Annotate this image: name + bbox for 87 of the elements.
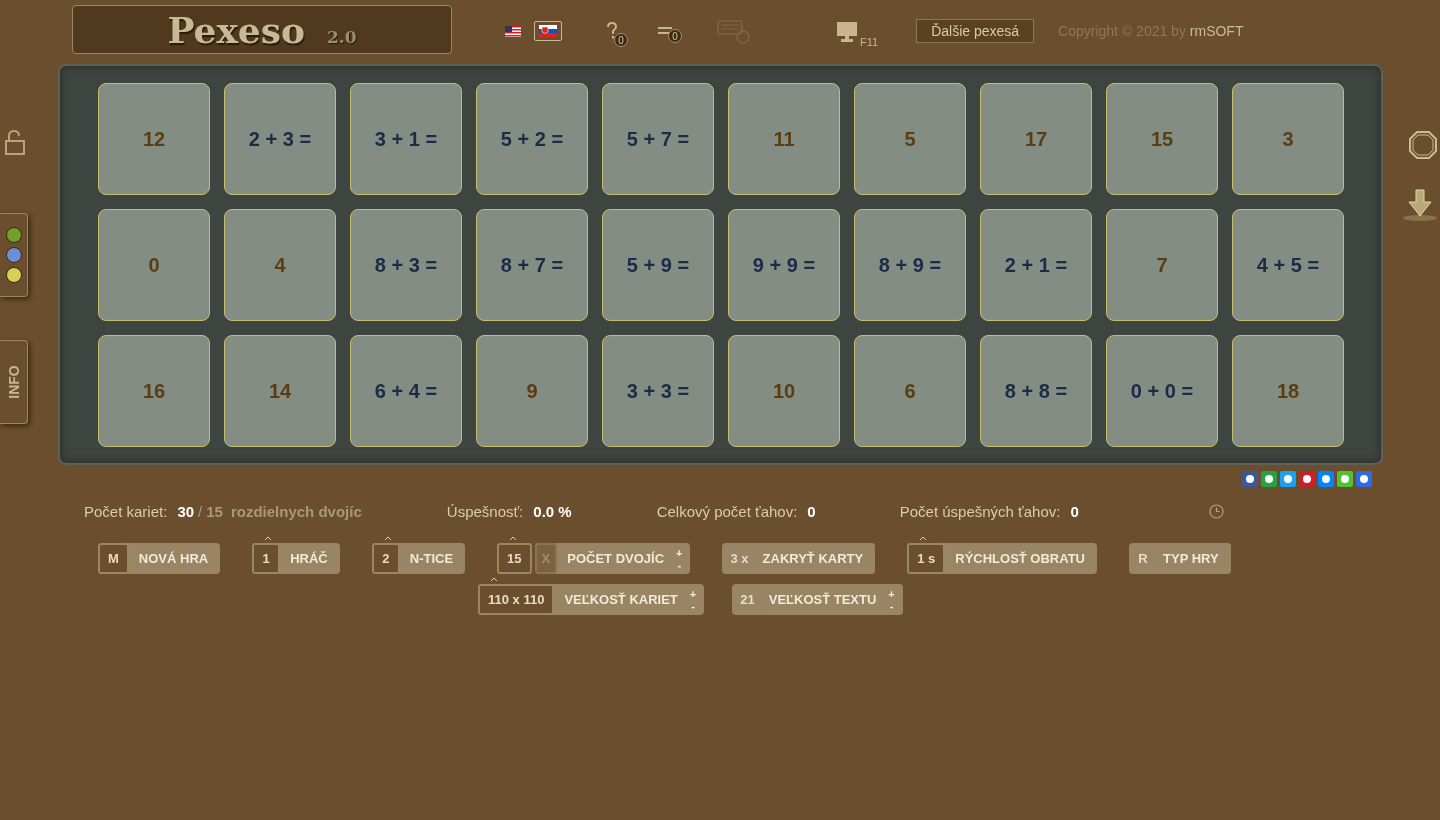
card[interactable]: 8 + 9 =: [854, 209, 966, 321]
card[interactable]: 17: [980, 83, 1092, 195]
theme-dot[interactable]: [5, 227, 22, 243]
lock-icon[interactable]: [4, 129, 26, 156]
stat-value: 15: [206, 502, 223, 520]
shortcut-key[interactable]: M: [98, 543, 129, 574]
shortcut-key[interactable]: 110 x 110: [478, 584, 555, 615]
card[interactable]: 12: [98, 83, 210, 195]
stat-value: 0.0 %: [533, 502, 572, 520]
stat-value: 0: [807, 502, 816, 520]
card[interactable]: 0: [98, 209, 210, 321]
card[interactable]: 11: [728, 83, 840, 195]
control-button[interactable]: NOVÁ HRA: [126, 543, 221, 574]
card[interactable]: 7: [1106, 209, 1218, 321]
card[interactable]: 3 + 1 =: [350, 83, 462, 195]
card[interactable]: 8 + 3 =: [350, 209, 462, 321]
card[interactable]: 5 + 7 =: [602, 83, 714, 195]
share-icon[interactable]: [1280, 471, 1296, 487]
separator-text: /: [198, 502, 203, 520]
help-icon[interactable]: [606, 21, 618, 41]
stat-value: 30: [177, 502, 195, 520]
language-button[interactable]: [534, 21, 562, 41]
card[interactable]: 6: [854, 335, 966, 447]
stat-label: Počet kariet:: [84, 502, 168, 520]
card[interactable]: 15: [1106, 83, 1218, 195]
card[interactable]: 2 + 3 =: [224, 83, 336, 195]
download-arrow-icon[interactable]: [1402, 188, 1438, 222]
card[interactable]: 5 + 9 =: [602, 209, 714, 321]
info-tab[interactable]: INFO: [0, 340, 28, 424]
card[interactable]: 14: [224, 335, 336, 447]
theme-dot[interactable]: [5, 247, 22, 263]
card[interactable]: 0 + 0 =: [1106, 335, 1218, 447]
control-button[interactable]: VEĽKOSŤ KARIET + -: [552, 584, 705, 615]
stop-icon[interactable]: [1408, 130, 1438, 160]
shortcut-key[interactable]: R: [1129, 543, 1157, 574]
slovak-flag-icon: [539, 25, 557, 37]
caret-icon[interactable]: [264, 536, 273, 541]
share-icon[interactable]: [1299, 471, 1315, 487]
control-button[interactable]: POČET DVOJÍC + -: [555, 543, 691, 574]
card[interactable]: 4: [224, 209, 336, 321]
card[interactable]: 9 + 9 =: [728, 209, 840, 321]
card[interactable]: 8 + 7 =: [476, 209, 588, 321]
share-icon[interactable]: [1356, 471, 1372, 487]
card[interactable]: 5: [854, 83, 966, 195]
card[interactable]: 3 + 3 =: [602, 335, 714, 447]
card[interactable]: 4 + 5 =: [1232, 209, 1344, 321]
caret-icon[interactable]: [383, 536, 392, 541]
stat-label: Úspešnosť:: [446, 502, 524, 520]
shortcut-key[interactable]: 1 s: [907, 543, 946, 574]
stat-label: rozdielnych dvojíc: [230, 502, 362, 520]
clock-icon: [1208, 503, 1224, 519]
card[interactable]: 2 + 1 =: [980, 209, 1092, 321]
share-icon[interactable]: [1261, 471, 1277, 487]
share-icon[interactable]: [1318, 471, 1334, 487]
card[interactable]: 8 + 8 =: [980, 335, 1092, 447]
help-count: 0: [614, 33, 628, 47]
list-icon[interactable]: [658, 25, 672, 37]
card[interactable]: 16: [98, 335, 210, 447]
card[interactable]: 5 + 2 =: [476, 83, 588, 195]
card[interactable]: 9: [476, 335, 588, 447]
caret-icon[interactable]: [490, 577, 498, 582]
list-count: 0: [668, 29, 682, 43]
shortcut-key[interactable]: 1: [252, 543, 281, 574]
caret-icon[interactable]: [509, 536, 518, 541]
control-button[interactable]: HRÁČ: [278, 543, 340, 574]
card[interactable]: 10: [728, 335, 840, 447]
more-games-button[interactable]: Ďalšie pexesá: [916, 19, 1035, 43]
control-button[interactable]: RÝCHLOSŤ OBRATU: [943, 543, 1097, 574]
card[interactable]: 3: [1232, 83, 1344, 195]
us-flag-icon: [505, 25, 521, 37]
control-button[interactable]: N-TICE: [397, 543, 466, 574]
shortcut-key[interactable]: 3 x: [722, 543, 757, 574]
shortcut-key[interactable]: 21: [732, 584, 763, 615]
card[interactable]: 6 + 4 =: [350, 335, 462, 447]
stat-label: Celkový počet ťahov:: [656, 502, 798, 520]
shortcut-key[interactable]: 2: [371, 543, 400, 574]
version-label: 2.0: [327, 26, 357, 47]
monitor-icon[interactable]: [836, 20, 858, 42]
app-title: Pexeso: [167, 8, 306, 51]
shortcut-key[interactable]: 15: [497, 543, 532, 574]
stat-value: 0: [1070, 502, 1079, 520]
caret-icon[interactable]: [919, 536, 928, 541]
theme-dot[interactable]: [5, 267, 22, 283]
stat-label: Počet úspešných ťahov:: [899, 502, 1061, 520]
share-icon[interactable]: [1242, 471, 1258, 487]
card[interactable]: 18: [1232, 335, 1344, 447]
shortcut-label: F11: [860, 35, 879, 48]
